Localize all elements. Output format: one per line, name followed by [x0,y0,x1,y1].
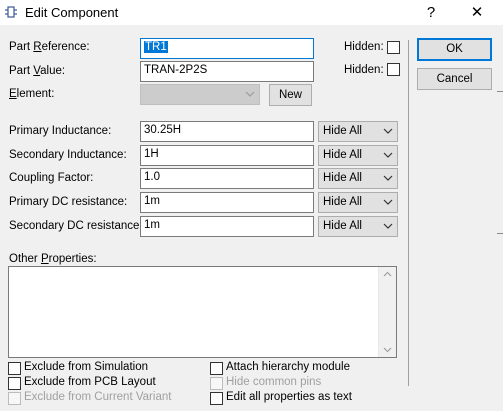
vertical-divider [408,40,409,386]
property-value-input[interactable]: 30.25H [140,121,314,142]
part-reference-label: Part Reference: [9,41,90,53]
part-reference-label-rest: eference: [41,41,90,53]
element-label: Element: [9,88,55,100]
property-label: Secondary Inductance: [9,149,127,161]
background-mark [497,233,503,234]
property-visibility-value: Hide All [323,196,362,208]
other-properties-label: Other Properties: [9,253,97,265]
chevron-down-icon [383,199,393,205]
property-visibility-select[interactable]: Hide All [318,145,398,166]
background-mark [497,91,503,92]
option-checkbox[interactable] [210,392,223,405]
property-visibility-value: Hide All [323,149,362,161]
property-visibility-value: Hide All [323,220,362,232]
option-checkbox [210,377,223,390]
property-visibility-select[interactable]: Hide All [318,121,398,142]
property-label: Primary DC resistance: [9,196,128,208]
part-value-hidden-label: Hidden: [344,64,384,76]
property-value-input[interactable]: 1H [140,145,314,166]
property-label: Secondary DC resistance: [9,220,143,232]
part-reference-input[interactable]: TR1 [140,38,314,59]
other-properties-scrollbar[interactable] [378,267,396,357]
cancel-button[interactable]: Cancel [417,68,492,90]
element-select[interactable] [140,84,260,105]
property-visibility-select[interactable]: Hide All [318,168,398,189]
option-checkbox[interactable] [210,362,223,375]
scroll-down-icon[interactable] [383,347,392,353]
part-reference-hidden-checkbox[interactable] [387,41,400,54]
property-visibility-value: Hide All [323,125,362,137]
option-checkbox [8,392,21,405]
property-value-input[interactable]: 1m [140,216,314,237]
chevron-down-icon [383,152,393,158]
option-checkbox[interactable] [8,362,21,375]
property-visibility-select[interactable]: Hide All [318,216,398,237]
scroll-up-icon[interactable] [383,271,392,277]
background-window-edge [493,25,503,411]
option-label: Exclude from PCB Layout [24,376,156,388]
property-value-input[interactable]: 1m [140,192,314,213]
option-label: Edit all properties as text [226,391,352,403]
ok-button[interactable]: OK [417,38,492,61]
part-value-hidden-checkbox[interactable] [387,63,400,76]
option-label: Hide common pins [226,376,322,388]
chevron-down-icon [383,223,393,229]
chevron-down-icon [383,128,393,134]
property-visibility-value: Hide All [323,172,362,184]
help-button[interactable]: ? [414,0,448,25]
part-reference-value: TR1 [144,41,168,53]
option-label: Exclude from Simulation [24,361,148,373]
part-value-label: Part Value: [9,65,66,77]
dialog-client-area: Part Reference: TR1 Hidden: Part Value: … [0,25,503,411]
window-title: Edit Component [25,5,119,20]
part-value-input[interactable]: TRAN-2P2S [140,61,314,82]
part-reference-hidden-label: Hidden: [344,41,384,53]
chevron-down-icon [383,175,393,181]
title-bar: Edit Component ? ✕ [0,0,503,25]
close-button[interactable]: ✕ [460,0,494,25]
schematic-component-icon [5,6,17,18]
option-checkbox[interactable] [8,377,21,390]
option-label: Exclude from Current Variant [24,391,172,403]
new-element-button[interactable]: New [269,84,312,106]
other-properties-textarea[interactable] [8,266,397,358]
option-label: Attach hierarchy module [226,361,351,373]
property-label: Coupling Factor: [9,172,94,184]
chevron-down-icon [245,91,255,97]
property-value-input[interactable]: 1.0 [140,168,314,189]
property-label: Primary Inductance: [9,125,112,137]
property-visibility-select[interactable]: Hide All [318,192,398,213]
